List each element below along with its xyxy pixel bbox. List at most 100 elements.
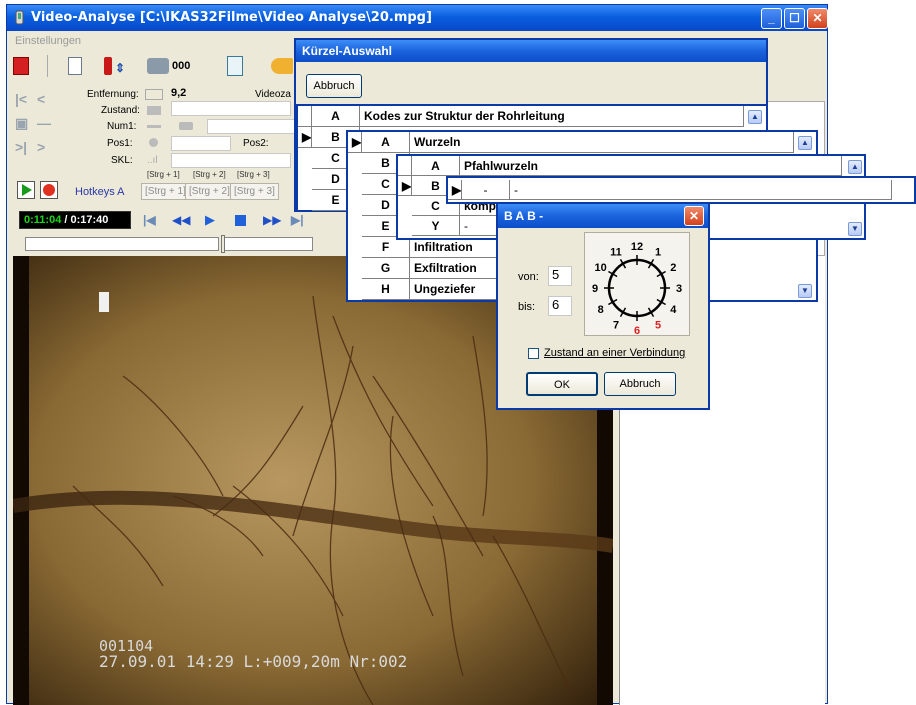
skl-field[interactable] [171, 153, 291, 168]
clock-hour-label[interactable]: 5 [655, 319, 661, 331]
stop-icon[interactable] [235, 215, 246, 226]
von-input[interactable]: 5 [548, 266, 572, 286]
entfernung-field-bg [171, 101, 291, 116]
hotkey-strg2[interactable]: [Strg + 2] [185, 183, 234, 200]
elapsed-time: 0:11:04 [24, 214, 62, 226]
kuerzel-cancel-button[interactable]: Abbruch [306, 74, 362, 98]
sort-arrows-icon[interactable]: ⇕ [115, 61, 125, 75]
bis-label: bis: [518, 301, 536, 313]
hotkey-header-3: [Strg + 3] [237, 170, 270, 179]
rewind-icon[interactable]: ◀◀ [172, 213, 190, 227]
title-bar: Video-Analyse [C:\IKAS32Filme\Video Anal… [7, 5, 828, 31]
bab-title-bar: B A B - [498, 204, 708, 228]
minus-icon[interactable]: — [37, 115, 51, 131]
tool-icon[interactable] [271, 58, 293, 74]
level4-grid: ▶ - - [446, 176, 916, 204]
clock-hour-label[interactable]: 6 [634, 325, 640, 337]
bab-close-button[interactable]: ✕ [684, 206, 704, 226]
hotkey-header-1: [Strg + 1] [147, 170, 180, 179]
osd-status-line: 27.09.01 14:29 L:+009,20m Nr:002 [99, 652, 408, 671]
bab-cancel-button[interactable]: Abbruch [604, 372, 676, 396]
play-icon[interactable]: ▶ [205, 212, 215, 228]
level4-col1[interactable]: - [462, 180, 510, 200]
scroll-up-icon[interactable]: ▲ [798, 136, 812, 150]
pos1-label: Pos1: [107, 138, 133, 149]
play-record-button[interactable] [17, 181, 35, 199]
red-book-icon[interactable] [13, 57, 29, 75]
level3-text[interactable]: - [460, 216, 500, 236]
clock-hour-label[interactable]: 4 [670, 304, 677, 316]
seek-bar-right[interactable] [223, 237, 313, 251]
level3-code[interactable]: A [412, 156, 460, 176]
clock-hour-label[interactable]: 11 [610, 247, 622, 259]
zustand-icon [147, 106, 161, 115]
level2-code[interactable]: F [362, 237, 410, 258]
total-time: / 0:17:40 [64, 214, 109, 226]
num1-icon [147, 125, 161, 128]
clock-face[interactable]: 12 1234567891011 [585, 233, 689, 337]
maximize-button[interactable]: ☐ [784, 8, 805, 29]
prev-icon[interactable]: < [37, 91, 45, 107]
skip-start-icon[interactable]: |◀ [143, 213, 156, 227]
toolbar-separator [47, 55, 49, 77]
level2-code[interactable]: G [362, 258, 410, 279]
clock-hour-label[interactable]: 3 [676, 283, 682, 295]
hotkey-header-2: [Strg + 2] [193, 170, 226, 179]
kuerzel-code[interactable]: A [312, 106, 360, 127]
document-icon[interactable] [68, 57, 82, 75]
level3-code[interactable]: Y [412, 216, 460, 236]
clock-hour-label[interactable]: 1 [655, 247, 661, 259]
row-indicator: ▶ [448, 180, 462, 200]
record-icon [43, 184, 55, 196]
minimize-button[interactable]: _ [761, 8, 782, 29]
hotkey-strg1[interactable]: [Strg + 1] [141, 183, 190, 200]
kuerzel-text[interactable]: Kodes zur Struktur der Rohrleitung [360, 106, 744, 127]
clock-hour-label[interactable]: 12 [631, 241, 643, 253]
seek-bar-left[interactable] [25, 237, 219, 251]
bab-ok-button[interactable]: OK [526, 372, 598, 396]
verbindung-checkbox[interactable] [528, 348, 539, 359]
scroll-up-icon[interactable]: ▲ [748, 110, 762, 124]
clock-hour-label[interactable]: 9 [592, 283, 598, 295]
close-button[interactable]: ✕ [807, 8, 828, 29]
num1-tool-icon [179, 122, 193, 130]
marker-icon[interactable] [104, 57, 112, 75]
record-button[interactable] [40, 181, 58, 199]
skl-label: SKL: [111, 155, 133, 166]
kuerzel-title: Kürzel-Auswahl [296, 40, 766, 62]
von-label: von: [518, 271, 539, 283]
app-icon [15, 10, 24, 25]
scroll-down-icon[interactable]: ▼ [848, 222, 862, 236]
calculator-icon[interactable] [227, 56, 243, 76]
last-icon[interactable]: >| [15, 139, 27, 155]
first-icon[interactable]: |< [15, 91, 27, 107]
next-icon[interactable]: > [37, 139, 45, 155]
camera-icon[interactable] [147, 58, 169, 74]
time-display: 0:11:04 / 0:17:40 [19, 211, 131, 229]
edit-icon[interactable]: ▣ [15, 115, 28, 132]
verbindung-label[interactable]: Zustand an einer Verbindung [544, 347, 685, 359]
level3-text[interactable]: Pfahlwurzeln [460, 156, 842, 176]
clock-hour-label[interactable]: 7 [613, 319, 619, 331]
clock-hour-label[interactable]: 8 [598, 304, 604, 316]
skip-end-icon[interactable]: ▶| [291, 213, 304, 227]
level4-col2[interactable]: - [510, 180, 892, 200]
bis-input[interactable]: 6 [548, 296, 572, 316]
level2-code[interactable]: H [362, 279, 410, 300]
scroll-up-icon[interactable]: ▲ [848, 160, 862, 174]
clock-hour-label[interactable]: 10 [595, 262, 607, 274]
seek-thumb[interactable] [221, 235, 225, 253]
level2-text[interactable]: Wurzeln [410, 132, 794, 153]
clock-hour-label[interactable]: 2 [670, 262, 676, 274]
menu-einstellungen[interactable]: Einstellungen [15, 35, 81, 47]
num1-field[interactable] [207, 119, 297, 134]
row-indicator [298, 106, 312, 127]
hotkey-strg3[interactable]: [Strg + 3] [230, 183, 279, 200]
pos1-field[interactable] [171, 136, 231, 151]
level2-code[interactable]: A [362, 132, 410, 153]
bab-title: B A B - [504, 209, 544, 223]
scroll-down-icon[interactable]: ▼ [798, 284, 812, 298]
pos2-label: Pos2: [243, 138, 269, 149]
fast-forward-icon[interactable]: ▶▶ [263, 213, 281, 227]
videoz-label: Videoza [255, 89, 291, 100]
